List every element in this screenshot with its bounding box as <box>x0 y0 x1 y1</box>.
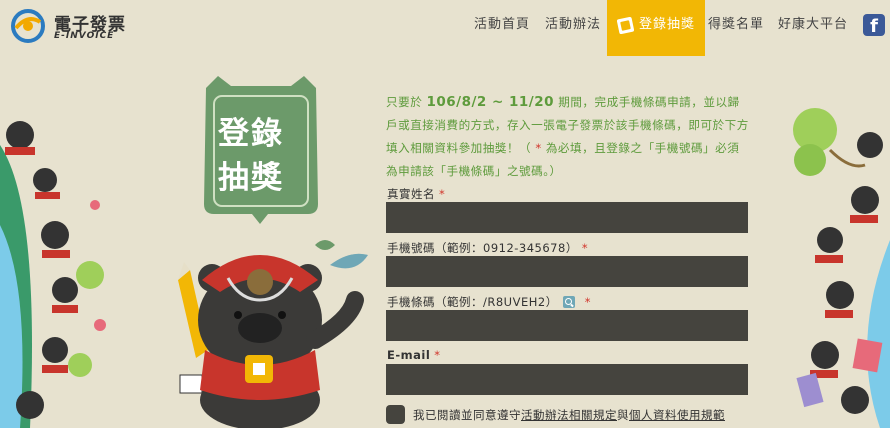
agree-checkbox[interactable] <box>386 405 405 424</box>
e-invoice-logo[interactable]: 電子發票 E-INVOICE <box>10 6 130 46</box>
required-mark: * <box>581 241 589 255</box>
phone-field-label: 手機號碼（範例：0912-345678） * <box>387 240 588 256</box>
agree-statement: 我已閱讀並同意遵守活動辦法相關規定與個人資料使用規範 <box>413 407 725 423</box>
intro-dates: 106/8/2 ~ 11/20 <box>426 94 555 110</box>
magnifier-help-icon[interactable] <box>562 296 575 308</box>
rules-link[interactable]: 活動辦法相關規定 <box>521 408 617 422</box>
email-field-label: E-mail * <box>387 348 441 362</box>
badge-line-2: 抽獎 <box>218 160 284 196</box>
barcode-label-text: 手機條碼（範例：/R8UVEH2） <box>387 295 558 309</box>
barcode-field-label: 手機條碼（範例：/R8UVEH2） * <box>387 294 591 310</box>
facebook-icon[interactable]: f <box>863 14 885 37</box>
agree-mid: 與 <box>617 408 629 422</box>
agree-prefix: 我已閱讀並同意遵守 <box>413 408 521 422</box>
real-name-input[interactable] <box>386 202 748 233</box>
nav-deals-platform[interactable]: 好康大平台 <box>778 0 848 50</box>
name-field-label: 真實姓名 * <box>387 186 445 202</box>
nav-rules[interactable]: 活動辦法 <box>545 0 601 50</box>
nav-home[interactable]: 活動首頁 <box>474 0 530 50</box>
nav-register-lottery-label: 登錄抽獎 <box>639 17 696 32</box>
intro-paragraph: 只要於 106/8/2 ~ 11/20 期間，完成手機條碼申請，並以歸戶或直接消… <box>386 91 751 183</box>
intro-required-star: * <box>535 141 542 155</box>
badge-line-1: 登錄 <box>218 116 284 152</box>
privacy-link[interactable]: 個人資料使用規範 <box>629 408 725 422</box>
nav-winners[interactable]: 得獎名單 <box>708 0 764 50</box>
right-mascot-scene-illustration <box>793 108 890 428</box>
register-lottery-badge: 登錄 抽獎 <box>196 76 326 226</box>
required-mark: * <box>439 187 446 201</box>
required-mark: * <box>434 348 441 362</box>
lottery-ticket-icon <box>616 16 635 35</box>
email-label-text: E-mail <box>387 348 431 362</box>
logo-subtitle: E-INVOICE <box>54 31 115 41</box>
intro-part-1: 只要於 <box>386 95 423 109</box>
left-mascot-scene-illustration <box>0 121 106 428</box>
email-input[interactable] <box>386 364 748 395</box>
phone-number-input[interactable] <box>386 256 748 287</box>
mobile-barcode-input[interactable] <box>386 310 748 341</box>
logo-emblem-icon <box>11 9 45 43</box>
nav-register-lottery[interactable]: 登錄抽獎 <box>607 0 706 56</box>
name-label-text: 真實姓名 <box>387 187 435 201</box>
required-mark: * <box>584 295 591 309</box>
site-header: 電子發票 E-INVOICE 活動首頁 活動辦法 登錄抽獎 得獎名單 好康大平台… <box>0 0 890 56</box>
phone-label-text: 手機號碼（範例：0912-345678） <box>387 241 578 255</box>
bear-mascot-illustration <box>178 240 368 428</box>
